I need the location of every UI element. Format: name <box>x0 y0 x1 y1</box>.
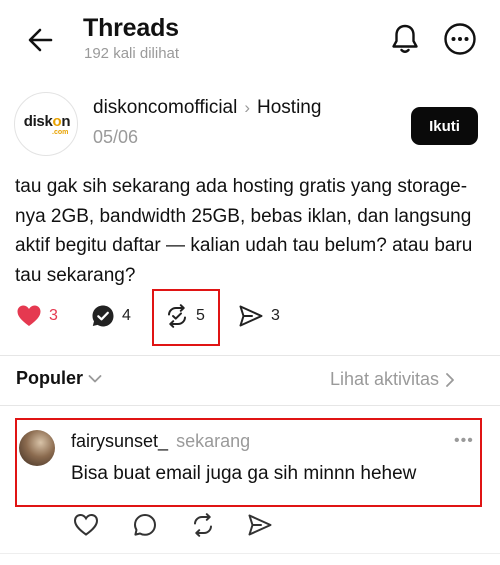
reply-share-button[interactable] <box>245 510 275 540</box>
send-icon <box>239 305 263 327</box>
chevron-right-icon: › <box>244 98 250 117</box>
share-button[interactable]: 3 <box>238 302 280 330</box>
sort-dropdown[interactable]: Populer <box>16 368 102 389</box>
divider <box>0 355 500 356</box>
more-options-button[interactable] <box>441 20 479 58</box>
follow-button[interactable]: Ikuti <box>411 107 478 145</box>
reply-like-button[interactable] <box>71 510 101 540</box>
arrow-left-icon <box>28 28 53 52</box>
notifications-button[interactable] <box>386 20 424 58</box>
divider <box>0 553 500 554</box>
send-icon <box>248 514 272 536</box>
author-avatar[interactable]: diskon .com <box>14 92 78 156</box>
chevron-down-icon <box>88 374 102 382</box>
reply-checked-icon <box>92 305 114 327</box>
post-date: 05/06 <box>93 127 139 147</box>
like-button[interactable]: 3 <box>16 302 58 330</box>
back-button[interactable] <box>22 22 58 58</box>
post-text: tau gak sih sekarang ada hosting gratis … <box>15 176 473 286</box>
author-name[interactable]: diskoncomofficial <box>93 97 237 119</box>
more-circle-icon <box>444 23 476 55</box>
view-activity-label: Lihat aktivitas <box>330 369 440 389</box>
repost-icon <box>194 513 212 537</box>
heart-filled-icon <box>17 305 41 326</box>
reply-button[interactable]: 4 <box>91 302 131 330</box>
bell-icon <box>392 24 418 53</box>
repost-highlight-box <box>152 289 220 346</box>
reply-count: 4 <box>122 307 131 324</box>
brand-logo: diskon <box>23 113 71 130</box>
divider <box>0 405 500 406</box>
topic-tag[interactable]: Hosting <box>257 97 321 119</box>
comment-icon <box>134 514 156 536</box>
like-count: 3 <box>49 307 58 324</box>
chevron-right-icon <box>446 372 454 387</box>
reply-comment-button[interactable] <box>130 510 160 540</box>
brand-logo-suffix: .com <box>52 129 69 136</box>
share-count: 3 <box>271 307 280 324</box>
reply-highlight-box <box>15 418 482 507</box>
heart-icon <box>73 513 99 536</box>
sort-label: Populer <box>16 368 84 388</box>
view-count: 192 kali dilihat <box>84 45 180 62</box>
page-title: Threads <box>83 14 179 42</box>
author-line: diskoncomofficial › Hosting <box>93 97 321 119</box>
reply-repost-button[interactable] <box>188 510 218 540</box>
view-activity-link[interactable]: Lihat aktivitas <box>330 369 455 390</box>
